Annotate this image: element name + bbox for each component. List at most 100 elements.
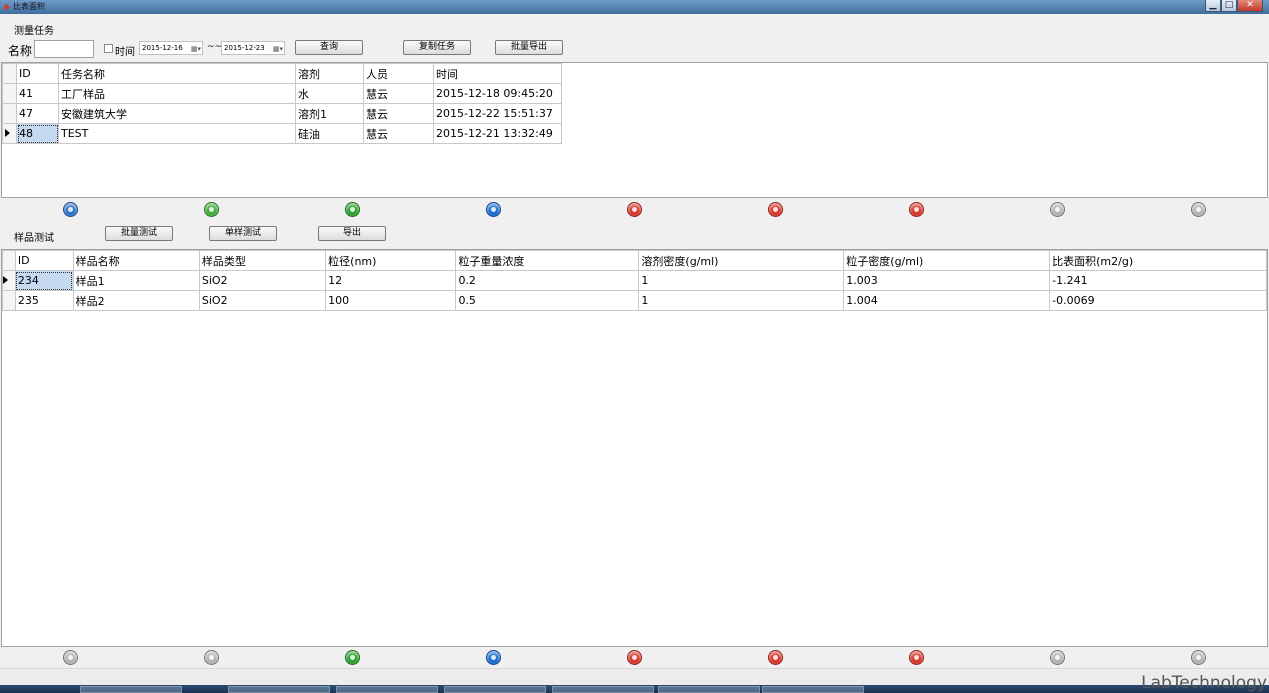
table-row[interactable]: 48 TEST 硅油 慧云 2015-12-21 13:32:49 (2, 123, 562, 144)
batch-export-button[interactable]: 批量导出 (495, 40, 563, 55)
cell-id[interactable]: 234 (14, 270, 74, 291)
cell-sample-name[interactable]: 样品1 (72, 270, 200, 291)
cell-weight-concentration[interactable]: 0.5 (455, 290, 640, 311)
cancel-icon[interactable] (1191, 202, 1206, 217)
cell-specific-surface-area[interactable]: -1.241 (1049, 270, 1267, 291)
cell-weight-concentration[interactable]: 0.2 (455, 270, 640, 291)
table-row[interactable]: 235 样品2 SiO2 100 0.5 1 1.004 -0.0069 (2, 290, 1267, 311)
cell-particle-size[interactable]: 12 (325, 270, 457, 291)
add-icon[interactable] (627, 650, 642, 665)
row-header[interactable] (2, 103, 17, 124)
copy-task-button[interactable]: 复制任务 (403, 40, 471, 55)
cell-sample-type[interactable]: SiO2 (198, 290, 327, 311)
cell-particle-density[interactable]: 1.003 (843, 270, 1051, 291)
row-header-current[interactable] (2, 123, 17, 144)
row-header-current[interactable] (2, 270, 16, 291)
column-header-weight-concentration[interactable]: 粒子重量浓度 (455, 250, 640, 271)
close-button[interactable]: ✕ (1237, 0, 1263, 12)
last-icon[interactable] (486, 202, 501, 217)
cell-time[interactable]: 2015-12-18 09:45:20 (433, 83, 562, 104)
batch-test-button[interactable]: 批量测试 (105, 226, 173, 241)
taskbar-item[interactable] (80, 686, 182, 693)
prev-icon[interactable] (204, 650, 219, 665)
cell-task-name[interactable]: 工厂样品 (58, 83, 296, 104)
cell-solvent[interactable]: 硅油 (295, 123, 364, 144)
cell-id[interactable]: 41 (16, 83, 59, 104)
row-header[interactable] (2, 290, 16, 311)
first-icon[interactable] (63, 202, 78, 217)
single-test-button[interactable]: 单样测试 (209, 226, 277, 241)
cell-task-name[interactable]: TEST (58, 123, 296, 144)
first-icon[interactable] (63, 650, 78, 665)
minimize-button[interactable]: ▁ (1205, 0, 1221, 12)
sample-grid[interactable]: ID 样品名称 样品类型 粒径(nm) 粒子重量浓度 溶剂密度(g/ml) 粒子… (1, 249, 1268, 647)
add-icon[interactable] (627, 202, 642, 217)
date-separator: ~~ (207, 42, 223, 52)
cell-solvent[interactable]: 溶剂1 (295, 103, 364, 124)
cell-particle-size[interactable]: 100 (325, 290, 457, 311)
delete-icon[interactable] (768, 202, 783, 217)
next-icon[interactable] (345, 202, 360, 217)
current-row-arrow-icon (3, 276, 8, 284)
cell-time[interactable]: 2015-12-22 15:51:37 (433, 103, 562, 124)
column-header-solvent[interactable]: 溶剂 (295, 63, 364, 84)
taskbar-item[interactable] (444, 686, 546, 693)
last-icon[interactable] (486, 650, 501, 665)
cell-solvent[interactable]: 水 (295, 83, 364, 104)
column-header-id[interactable]: ID (16, 63, 59, 84)
calendar-dropdown-icon[interactable]: ▦▾ (273, 43, 283, 55)
cell-id[interactable]: 47 (16, 103, 59, 124)
save-icon[interactable] (1050, 650, 1065, 665)
column-header-particle-size[interactable]: 粒径(nm) (325, 250, 457, 271)
date-from-picker[interactable]: 2015-12-16 ▦▾ (139, 41, 203, 55)
table-row[interactable]: 41 工厂样品 水 慧云 2015-12-18 09:45:20 (2, 83, 562, 104)
cell-sample-type[interactable]: SiO2 (198, 270, 327, 291)
column-header-task-name[interactable]: 任务名称 (58, 63, 296, 84)
column-header-solvent-density[interactable]: 溶剂密度(g/ml) (638, 250, 845, 271)
date-to-picker[interactable]: 2015-12-23 ▦▾ (221, 41, 285, 55)
task-grid[interactable]: ID 任务名称 溶剂 人员 时间 41 工厂样品 水 慧云 2015-12-18… (1, 62, 1268, 198)
taskbar-item[interactable] (336, 686, 438, 693)
taskbar-item[interactable] (658, 686, 760, 693)
edit-icon[interactable] (909, 202, 924, 217)
export-button[interactable]: 导出 (318, 226, 386, 241)
cell-sample-name[interactable]: 样品2 (72, 290, 200, 311)
delete-icon[interactable] (768, 650, 783, 665)
taskbar-item[interactable] (228, 686, 330, 693)
cell-time[interactable]: 2015-12-21 13:32:49 (433, 123, 562, 144)
maximize-button[interactable]: □ (1221, 0, 1237, 12)
cell-particle-density[interactable]: 1.004 (843, 290, 1051, 311)
table-row[interactable]: 234 样品1 SiO2 12 0.2 1 1.003 -1.241 (2, 270, 1267, 291)
cell-id[interactable]: 235 (14, 290, 74, 311)
row-header[interactable] (2, 83, 17, 104)
column-header-particle-density[interactable]: 粒子密度(g/ml) (843, 250, 1051, 271)
cell-person[interactable]: 慧云 (363, 103, 434, 124)
cell-task-name[interactable]: 安徽建筑大学 (58, 103, 296, 124)
next-icon[interactable] (345, 650, 360, 665)
taskbar (0, 685, 1269, 693)
sample-section-title: 样品测试 (14, 233, 54, 244)
cell-person[interactable]: 慧云 (363, 123, 434, 144)
column-header-time[interactable]: 时间 (433, 63, 562, 84)
column-header-sample-type[interactable]: 样品类型 (198, 250, 327, 271)
taskbar-item[interactable] (552, 686, 654, 693)
calendar-dropdown-icon[interactable]: ▦▾ (191, 43, 201, 55)
table-row[interactable]: 47 安徽建筑大学 溶剂1 慧云 2015-12-22 15:51:37 (2, 103, 562, 124)
cell-id[interactable]: 48 (16, 123, 59, 144)
column-header-specific-surface-area[interactable]: 比表面积(m2/g) (1049, 250, 1267, 271)
prev-icon[interactable] (204, 202, 219, 217)
column-header-sample-name[interactable]: 样品名称 (72, 250, 200, 271)
name-input[interactable] (34, 40, 94, 58)
time-checkbox[interactable] (104, 44, 113, 53)
cell-specific-surface-area[interactable]: -0.0069 (1049, 290, 1267, 311)
cancel-icon[interactable] (1191, 650, 1206, 665)
taskbar-item[interactable] (762, 686, 864, 693)
cell-person[interactable]: 慧云 (363, 83, 434, 104)
column-header-person[interactable]: 人员 (363, 63, 434, 84)
cell-solvent-density[interactable]: 1 (638, 290, 845, 311)
query-button[interactable]: 查询 (295, 40, 363, 55)
edit-icon[interactable] (909, 650, 924, 665)
save-icon[interactable] (1050, 202, 1065, 217)
column-header-id[interactable]: ID (14, 250, 74, 271)
cell-solvent-density[interactable]: 1 (638, 270, 845, 291)
